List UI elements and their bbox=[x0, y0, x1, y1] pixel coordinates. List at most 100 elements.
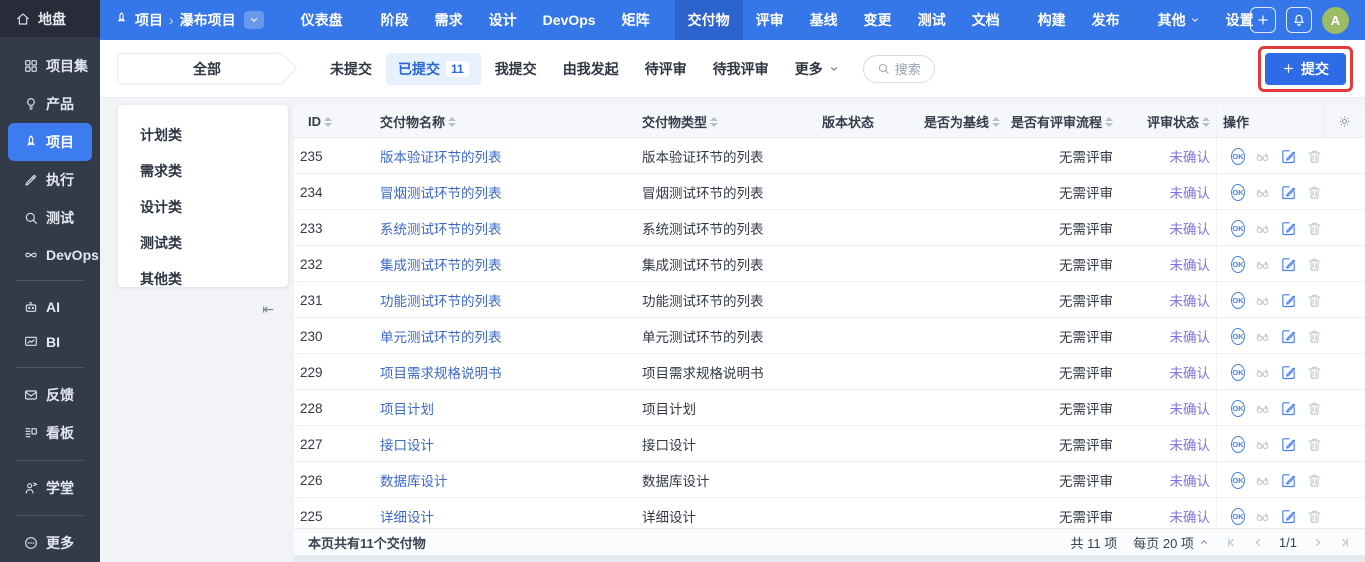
edit-icon[interactable] bbox=[1280, 256, 1297, 273]
topbar-menu-stage[interactable]: 阶段 bbox=[368, 0, 422, 40]
category-item-other[interactable]: 其他类 bbox=[118, 261, 288, 297]
delete-icon[interactable] bbox=[1306, 400, 1323, 417]
preview-glasses-icon[interactable] bbox=[1254, 472, 1271, 489]
delete-icon[interactable] bbox=[1306, 508, 1323, 525]
category-item-test[interactable]: 测试类 bbox=[118, 225, 288, 261]
delete-icon[interactable] bbox=[1306, 328, 1323, 345]
column-header-6[interactable]: 是否有评审流程 bbox=[1006, 105, 1119, 138]
sidebar-item-project[interactable]: 项目 bbox=[8, 123, 92, 161]
sidebar-item-ai[interactable]: AI bbox=[8, 289, 92, 324]
column-header-7[interactable]: 评审状态 bbox=[1119, 105, 1216, 138]
preview-glasses-icon[interactable] bbox=[1254, 256, 1271, 273]
search-input[interactable]: 搜索 bbox=[863, 55, 935, 83]
sidebar-item-execution[interactable]: 执行 bbox=[8, 161, 92, 199]
topbar-menu-devops[interactable]: DevOps bbox=[530, 0, 609, 40]
edit-icon[interactable] bbox=[1280, 184, 1297, 201]
deliverable-name-link[interactable]: 详细设计 bbox=[380, 510, 434, 525]
per-page-selector[interactable]: 每页 20 项 bbox=[1133, 533, 1209, 552]
delete-icon[interactable] bbox=[1306, 148, 1323, 165]
horizontal-scrollbar[interactable] bbox=[294, 555, 1365, 562]
edit-icon[interactable] bbox=[1280, 220, 1297, 237]
delete-icon[interactable] bbox=[1306, 256, 1323, 273]
preview-glasses-icon[interactable] bbox=[1254, 400, 1271, 417]
preview-glasses-icon[interactable] bbox=[1254, 328, 1271, 345]
category-item-design[interactable]: 设计类 bbox=[118, 189, 288, 225]
edit-icon[interactable] bbox=[1280, 400, 1297, 417]
deliverable-name-link[interactable]: 集成测试环节的列表 bbox=[380, 258, 502, 273]
preview-glasses-icon[interactable] bbox=[1254, 364, 1271, 381]
sidebar-item-product[interactable]: 产品 bbox=[8, 85, 92, 123]
column-header-2[interactable]: 交付物名称 bbox=[374, 105, 636, 138]
deliverable-name-link[interactable]: 数据库设计 bbox=[380, 474, 448, 489]
topbar-menu-change[interactable]: 变更 bbox=[851, 0, 905, 40]
confirm-ok-icon[interactable]: OK bbox=[1231, 256, 1245, 273]
topbar-menu-testing[interactable]: 测试 bbox=[905, 0, 959, 40]
sidebar-item-school[interactable]: 学堂 bbox=[8, 469, 92, 507]
user-avatar[interactable]: A bbox=[1322, 7, 1349, 34]
confirm-ok-icon[interactable]: OK bbox=[1231, 148, 1245, 165]
deliverable-name-link[interactable]: 项目计划 bbox=[380, 402, 434, 417]
breadcrumb[interactable]: 项目 › 瀑布项目 bbox=[114, 10, 264, 30]
edit-icon[interactable] bbox=[1280, 472, 1297, 489]
topbar-menu-build[interactable]: 构建 bbox=[1025, 0, 1079, 40]
deliverable-name-link[interactable]: 版本验证环节的列表 bbox=[380, 150, 502, 165]
category-item-plan[interactable]: 计划类 bbox=[118, 117, 288, 153]
column-header-3[interactable]: 交付物类型 bbox=[636, 105, 816, 138]
pagination-first-button[interactable] bbox=[1225, 536, 1238, 549]
preview-glasses-icon[interactable] bbox=[1254, 436, 1271, 453]
sidebar-item-home[interactable]: 地盘 bbox=[0, 0, 100, 37]
column-header-1[interactable]: ID bbox=[294, 105, 374, 138]
edit-icon[interactable] bbox=[1280, 364, 1297, 381]
deliverable-name-link[interactable]: 系统测试环节的列表 bbox=[380, 222, 502, 237]
delete-icon[interactable] bbox=[1306, 292, 1323, 309]
pagination-prev-button[interactable] bbox=[1252, 536, 1265, 549]
topbar-menu-review[interactable]: 评审 bbox=[743, 0, 797, 40]
deliverable-name-link[interactable]: 接口设计 bbox=[380, 438, 434, 453]
topbar-menu-other[interactable]: 其他 bbox=[1145, 0, 1213, 40]
confirm-ok-icon[interactable]: OK bbox=[1231, 436, 1245, 453]
topbar-menu-story[interactable]: 需求 bbox=[422, 0, 476, 40]
category-item-requirement[interactable]: 需求类 bbox=[118, 153, 288, 189]
delete-icon[interactable] bbox=[1306, 364, 1323, 381]
confirm-ok-icon[interactable]: OK bbox=[1231, 184, 1245, 201]
column-settings-gear-button[interactable] bbox=[1323, 105, 1365, 138]
filter-tab-awaiting-my-review[interactable]: 待我评审 bbox=[701, 53, 781, 85]
topbar-menu-matrix[interactable]: 矩阵 bbox=[609, 0, 663, 40]
filter-tab-submitted-by-me[interactable]: 我提交 bbox=[483, 53, 549, 85]
edit-icon[interactable] bbox=[1280, 292, 1297, 309]
confirm-ok-icon[interactable]: OK bbox=[1231, 472, 1245, 489]
deliverable-name-link[interactable]: 功能测试环节的列表 bbox=[380, 294, 502, 309]
project-switcher-caret[interactable] bbox=[244, 11, 264, 29]
filter-tab-initiated-by-me[interactable]: 由我发起 bbox=[551, 53, 631, 85]
deliverable-name-link[interactable]: 冒烟测试环节的列表 bbox=[380, 186, 502, 201]
filter-tab-more[interactable]: 更多 bbox=[783, 53, 851, 85]
edit-icon[interactable] bbox=[1280, 328, 1297, 345]
sidebar-item-devops[interactable]: DevOps bbox=[8, 237, 92, 272]
sidebar-item-test[interactable]: 测试 bbox=[8, 199, 92, 237]
confirm-ok-icon[interactable]: OK bbox=[1231, 328, 1245, 345]
filter-tab-submitted[interactable]: 已提交11 bbox=[386, 53, 481, 85]
preview-glasses-icon[interactable] bbox=[1254, 184, 1271, 201]
pagination-last-button[interactable] bbox=[1338, 536, 1351, 549]
sidebar-item-kanban[interactable]: 看板 bbox=[8, 414, 92, 452]
preview-glasses-icon[interactable] bbox=[1254, 508, 1271, 525]
preview-glasses-icon[interactable] bbox=[1254, 292, 1271, 309]
topbar-menu-deliverable[interactable]: 交付物 bbox=[675, 0, 743, 40]
confirm-ok-icon[interactable]: OK bbox=[1231, 220, 1245, 237]
pagination-next-button[interactable] bbox=[1311, 536, 1324, 549]
deliverable-name-link[interactable]: 单元测试环节的列表 bbox=[380, 330, 502, 345]
sidebar-item-project-set[interactable]: 项目集 bbox=[8, 47, 92, 85]
confirm-ok-icon[interactable]: OK bbox=[1231, 508, 1245, 525]
filter-tab-unsubmitted[interactable]: 未提交 bbox=[318, 53, 384, 85]
preview-glasses-icon[interactable] bbox=[1254, 220, 1271, 237]
confirm-ok-icon[interactable]: OK bbox=[1231, 292, 1245, 309]
scope-tab-all[interactable]: 全部 bbox=[118, 54, 296, 84]
collapse-panel-button[interactable]: ⇤ bbox=[248, 297, 288, 322]
topbar-menu-doc[interactable]: 文档 bbox=[959, 0, 1013, 40]
topbar-menu-baseline[interactable]: 基线 bbox=[797, 0, 851, 40]
sidebar-item-more[interactable]: 更多 bbox=[8, 524, 92, 562]
sidebar-item-bi[interactable]: BI bbox=[8, 324, 92, 359]
edit-icon[interactable] bbox=[1280, 436, 1297, 453]
submit-deliverable-button[interactable]: 提交 bbox=[1265, 53, 1346, 85]
delete-icon[interactable] bbox=[1306, 472, 1323, 489]
